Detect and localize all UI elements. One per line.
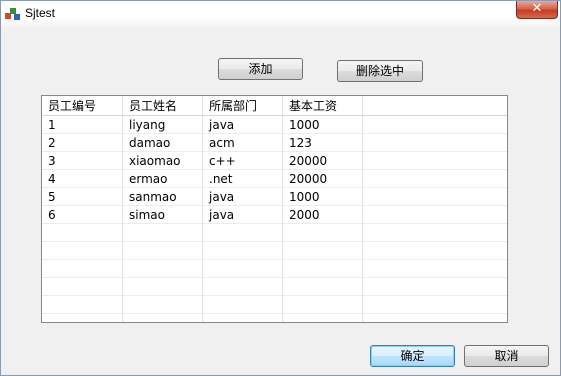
empty-row bbox=[42, 296, 507, 314]
table-cell bbox=[283, 242, 363, 260]
table-cell: java bbox=[203, 116, 283, 134]
table-cell: 5 bbox=[42, 188, 123, 206]
table-cell: simao bbox=[123, 206, 203, 224]
table-cell bbox=[283, 314, 363, 322]
table-cell: 2 bbox=[42, 134, 123, 152]
empty-row bbox=[42, 314, 507, 322]
table-cell-filler bbox=[363, 134, 507, 152]
table-cell bbox=[42, 242, 123, 260]
table-cell-filler bbox=[363, 188, 507, 206]
table-cell: 2000 bbox=[283, 206, 363, 224]
table-header: 员工编号 员工姓名 所属部门 基本工资 bbox=[42, 96, 507, 116]
table-cell: 4 bbox=[42, 170, 123, 188]
table-cell: c++ bbox=[203, 152, 283, 170]
cancel-button[interactable]: 取消 bbox=[464, 345, 549, 367]
table-cell-filler bbox=[363, 170, 507, 188]
table-row[interactable]: 4 ermao .net 20000 bbox=[42, 170, 507, 188]
table-cell bbox=[203, 242, 283, 260]
table-cell: 1000 bbox=[283, 116, 363, 134]
close-icon: ✕ bbox=[531, 1, 543, 16]
table-cell bbox=[123, 278, 203, 296]
table-cell: liyang bbox=[123, 116, 203, 134]
empty-row bbox=[42, 278, 507, 296]
table-cell: ermao bbox=[123, 170, 203, 188]
app-icon bbox=[5, 8, 20, 20]
add-button[interactable]: 添加 bbox=[218, 58, 303, 80]
table-cell-filler bbox=[363, 242, 507, 260]
employee-table[interactable]: 员工编号 员工姓名 所属部门 基本工资 1 liyang java 1000 2 dama… bbox=[41, 95, 508, 323]
ok-button[interactable]: 确定 bbox=[370, 345, 455, 367]
table-cell-filler bbox=[363, 116, 507, 134]
table-cell-filler bbox=[363, 296, 507, 314]
delete-selected-button[interactable]: 删除选中 bbox=[337, 60, 423, 82]
table-cell: 6 bbox=[42, 206, 123, 224]
table-row[interactable]: 1 liyang java 1000 bbox=[42, 116, 507, 134]
table-cell-filler bbox=[363, 152, 507, 170]
table-cell: 1 bbox=[42, 116, 123, 134]
title-bar[interactable]: Sjtest ✕ bbox=[1, 1, 560, 28]
table-cell: 20000 bbox=[283, 152, 363, 170]
table-cell bbox=[42, 278, 123, 296]
table-cell-filler bbox=[363, 314, 507, 322]
table-cell bbox=[203, 314, 283, 322]
table-cell-filler bbox=[363, 278, 507, 296]
table-cell bbox=[123, 296, 203, 314]
empty-row bbox=[42, 224, 507, 242]
table-cell: sanmao bbox=[123, 188, 203, 206]
column-header[interactable]: 所属部门 bbox=[203, 96, 283, 116]
empty-row bbox=[42, 242, 507, 260]
table-row[interactable]: 6 simao java 2000 bbox=[42, 206, 507, 224]
table-cell: 1000 bbox=[283, 188, 363, 206]
table-row[interactable]: 3 xiaomao c++ 20000 bbox=[42, 152, 507, 170]
table-cell bbox=[283, 296, 363, 314]
table-cell bbox=[283, 224, 363, 242]
dialog-window: Sjtest ✕ 添加 删除选中 员工编号 员工姓名 所属部门 基本工资 1 li… bbox=[0, 0, 561, 376]
table-cell bbox=[123, 260, 203, 278]
table-cell bbox=[42, 224, 123, 242]
client-area: 添加 删除选中 员工编号 员工姓名 所属部门 基本工资 1 liyang java 1… bbox=[1, 28, 560, 375]
table-cell bbox=[203, 224, 283, 242]
table-cell-filler bbox=[363, 206, 507, 224]
table-cell bbox=[283, 278, 363, 296]
window-title: Sjtest bbox=[25, 6, 56, 20]
table-cell: acm bbox=[203, 134, 283, 152]
table-cell bbox=[42, 260, 123, 278]
table-cell bbox=[42, 296, 123, 314]
table-cell-filler bbox=[363, 260, 507, 278]
empty-row bbox=[42, 260, 507, 278]
table-cell bbox=[203, 278, 283, 296]
table-cell bbox=[283, 260, 363, 278]
table-row[interactable]: 2 damao acm 123 bbox=[42, 134, 507, 152]
table-cell bbox=[123, 224, 203, 242]
table-cell bbox=[203, 296, 283, 314]
close-button[interactable]: ✕ bbox=[516, 1, 558, 19]
table-cell: java bbox=[203, 188, 283, 206]
table-cell: 20000 bbox=[283, 170, 363, 188]
column-header-filler bbox=[363, 96, 507, 116]
column-header[interactable]: 员工编号 bbox=[42, 96, 123, 116]
table-cell: xiaomao bbox=[123, 152, 203, 170]
table-cell bbox=[203, 260, 283, 278]
table-cell: damao bbox=[123, 134, 203, 152]
column-header[interactable]: 员工姓名 bbox=[123, 96, 203, 116]
table-cell: 3 bbox=[42, 152, 123, 170]
table-cell bbox=[42, 314, 123, 322]
table-cell: .net bbox=[203, 170, 283, 188]
table-cell bbox=[123, 314, 203, 322]
table-cell: java bbox=[203, 206, 283, 224]
table-row[interactable]: 5 sanmao java 1000 bbox=[42, 188, 507, 206]
table-cell bbox=[123, 242, 203, 260]
column-header[interactable]: 基本工资 bbox=[283, 96, 363, 116]
table-cell-filler bbox=[363, 224, 507, 242]
table-cell: 123 bbox=[283, 134, 363, 152]
